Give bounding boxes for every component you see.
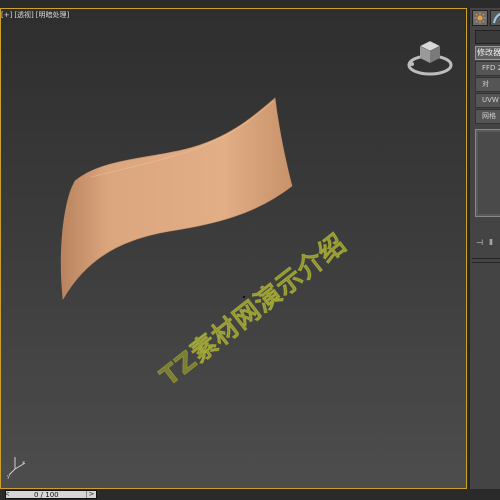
modifier-list-dropdown[interactable]: 修改器 [475, 46, 500, 60]
modifier-stack-buttons: FFD 2 对 UVW 网格 [475, 61, 500, 124]
svg-text:x: x [22, 460, 25, 466]
modifier-uvw-button[interactable]: UVW [475, 93, 500, 108]
command-panel: 修改器 FFD 2 对 UVW 网格 ⊣ Ⅱ [469, 8, 500, 489]
curved-surface-object[interactable] [1, 9, 467, 489]
svg-text:y: y [7, 474, 10, 479]
modifier-mesh-button[interactable]: 网格 [475, 109, 500, 124]
time-prev-arrow[interactable]: < [4, 490, 10, 499]
pin-stack-icon[interactable]: ⊣ [476, 238, 483, 247]
modifier-align-button[interactable]: 对 [475, 77, 500, 92]
axis-tripod-icon: x y [7, 457, 26, 479]
perspective-viewport[interactable]: [+] [透视] [明暗处理] TZ素材网演示介绍 x y [0, 8, 467, 489]
modifier-stack-list[interactable] [475, 129, 500, 217]
timeline-bar: < 0 / 100 > [0, 489, 500, 500]
modify-arc-icon [493, 12, 500, 24]
modifier-ffd-button[interactable]: FFD 2 [475, 61, 500, 76]
panel-divider [472, 258, 500, 259]
create-tab[interactable] [472, 10, 488, 26]
object-name-field[interactable] [475, 30, 500, 44]
show-end-result-icon[interactable]: Ⅱ [489, 238, 493, 247]
command-panel-tabs [472, 10, 500, 26]
stack-tools: ⊣ Ⅱ [476, 238, 493, 247]
time-slider[interactable]: < 0 / 100 > [4, 490, 97, 499]
time-next-arrow[interactable]: > [86, 491, 96, 498]
viewcube-icon[interactable] [406, 31, 454, 77]
modify-tab[interactable] [490, 10, 500, 26]
time-slider-position: 0 / 100 [34, 491, 59, 499]
create-sun-icon [474, 12, 486, 24]
panel-divider [472, 262, 500, 263]
